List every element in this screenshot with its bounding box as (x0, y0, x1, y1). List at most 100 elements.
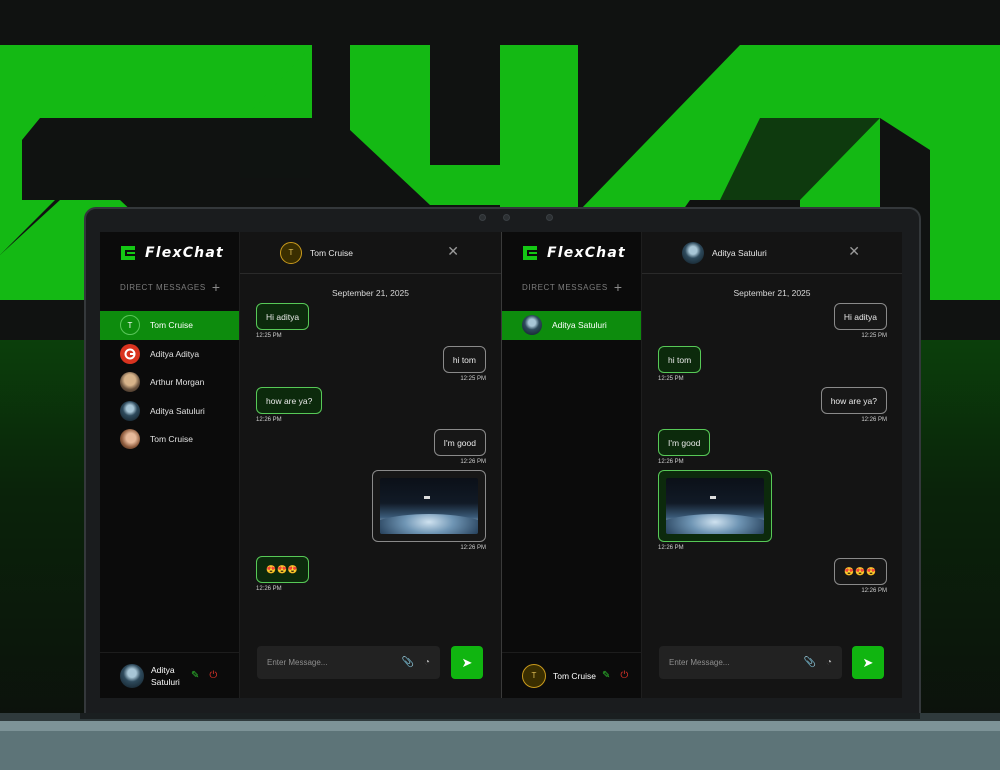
camera-dot (479, 214, 486, 221)
plus-icon[interactable]: + (212, 280, 220, 294)
send-icon: ➤ (461, 654, 473, 670)
chat-header: T Tom Cruise ✕ (240, 232, 501, 274)
avatar: T (120, 315, 140, 336)
message-bubble: I'm good (658, 429, 711, 456)
avatar (120, 663, 144, 688)
contact-item[interactable]: Aditya Aditya (100, 340, 239, 369)
message-bubble: hi tom (658, 346, 702, 373)
message-time: 12:26 PM (861, 588, 887, 594)
pencil-icon[interactable]: ✎ (602, 670, 610, 681)
message: I'm good 12:26 PM (433, 429, 486, 465)
contact-item[interactable]: Arthur Morgan (100, 368, 239, 397)
contact-list: Aditya Satuluri (502, 311, 641, 340)
direct-messages-title: DIRECT MESSAGES (120, 282, 206, 292)
message: 😍😍😍 12:26 PM (834, 558, 887, 594)
message-input[interactable] (267, 658, 402, 667)
message-time: 12:26 PM (460, 459, 486, 465)
message: 12:26 PM (658, 470, 772, 551)
contact-name: Arthur Morgan (150, 377, 205, 388)
direct-messages-header: DIRECT MESSAGES + (100, 280, 239, 294)
contact-name: Aditya Satuluri (150, 405, 205, 416)
send-icon: ➤ (862, 654, 874, 670)
app-window-left: FlexChat DIRECT MESSAGES + T Tom Cruise … (100, 232, 501, 698)
paperclip-icon[interactable]: 📎 (804, 657, 816, 668)
contact-item[interactable]: Tom Cruise (100, 425, 239, 454)
message-time: 12:25 PM (861, 333, 887, 339)
image-message[interactable] (372, 470, 486, 542)
message: how are ya? 12:26 PM (820, 387, 887, 423)
message-time: 12:26 PM (658, 459, 684, 465)
date-divider: September 21, 2025 (733, 288, 811, 298)
message-bubble: Hi aditya (256, 303, 310, 330)
earth-image (380, 478, 478, 534)
contact-item[interactable]: T Tom Cruise (100, 311, 239, 340)
message-composer: 📎 ◔ (257, 646, 440, 679)
message-time: 12:26 PM (256, 586, 282, 592)
avatar: T (280, 241, 302, 264)
image-message[interactable] (658, 470, 772, 542)
sticker-icon[interactable]: ◔ (826, 657, 832, 668)
message-time: 12:25 PM (460, 376, 486, 382)
avatar (120, 429, 140, 450)
app-window-right: FlexChat DIRECT MESSAGES + Aditya Satulu… (501, 232, 902, 698)
message-bubble: 😍😍😍 (256, 556, 309, 583)
direct-messages-header: DIRECT MESSAGES + (502, 280, 641, 294)
send-button[interactable]: ➤ (451, 646, 483, 679)
plus-icon[interactable]: + (614, 280, 622, 294)
chat-panel: Aditya Satuluri ✕ September 21, 2025 Hi … (642, 232, 902, 698)
close-icon[interactable]: ✕ (447, 243, 459, 260)
sticker-icon[interactable]: ◔ (424, 657, 430, 668)
user-profile: Aditya Satuluri ✎ ⏻ (100, 652, 240, 698)
power-icon[interactable]: ⏻ (209, 670, 217, 681)
profile-name: Tom Cruise (553, 670, 596, 681)
send-button[interactable]: ➤ (852, 646, 884, 679)
message-bubble: I'm good (433, 429, 486, 456)
message: 12:26 PM (372, 470, 486, 551)
camera-sensor (546, 214, 553, 221)
message: Hi aditya 12:25 PM (256, 303, 310, 339)
power-icon[interactable]: ⏻ (620, 670, 628, 681)
close-icon[interactable]: ✕ (848, 243, 860, 260)
message: how are ya? 12:26 PM (256, 387, 323, 423)
avatar (682, 241, 704, 264)
contact-name: Aditya Aditya (150, 348, 200, 359)
laptop-base (0, 713, 1000, 770)
app-logo: FlexChat (100, 232, 239, 272)
earth-image (666, 478, 764, 534)
message-time: 12:26 PM (460, 545, 486, 551)
laptop-screen: FlexChat DIRECT MESSAGES + T Tom Cruise … (100, 232, 902, 698)
paperclip-icon[interactable]: 📎 (402, 657, 414, 668)
message-time: 12:26 PM (256, 417, 282, 423)
contact-item[interactable]: Aditya Satuluri (100, 397, 239, 426)
message: hi tom 12:25 PM (658, 346, 702, 382)
avatar: T (522, 663, 546, 688)
app-logo: FlexChat (502, 232, 641, 272)
chat-title: Tom Cruise (310, 247, 353, 258)
app-logo-text: FlexChat (547, 245, 626, 261)
chat-panel: T Tom Cruise ✕ September 21, 2025 Hi adi… (240, 232, 501, 698)
avatar (120, 343, 140, 364)
message-bubble: 😍😍😍 (834, 558, 887, 585)
contact-name: Tom Cruise (150, 320, 193, 331)
contact-list: T Tom Cruise Aditya Aditya Arthur Morgan… (100, 311, 239, 454)
message: hi tom 12:25 PM (442, 346, 486, 382)
message-time: 12:25 PM (658, 376, 684, 382)
avatar (522, 315, 542, 336)
app-logo-text: FlexChat (145, 245, 224, 261)
message-bubble: how are ya? (256, 387, 323, 414)
contact-item[interactable]: Aditya Satuluri (502, 311, 641, 340)
message-input[interactable] (669, 658, 804, 667)
flexchat-logo-icon (121, 246, 135, 260)
message: I'm good 12:26 PM (658, 429, 711, 465)
flexchat-logo-icon (523, 246, 537, 260)
chat-title: Aditya Satuluri (712, 247, 767, 258)
message-time: 12:26 PM (658, 545, 684, 551)
user-profile: T Tom Cruise ✎ ⏻ (502, 652, 642, 698)
avatar (120, 400, 140, 421)
message-time: 12:26 PM (861, 417, 887, 423)
sidebar: FlexChat DIRECT MESSAGES + T Tom Cruise … (100, 232, 240, 698)
contact-name: Tom Cruise (150, 434, 193, 445)
pencil-icon[interactable]: ✎ (191, 670, 199, 681)
brand-logo-icon (124, 348, 136, 360)
camera-lens (503, 214, 510, 221)
